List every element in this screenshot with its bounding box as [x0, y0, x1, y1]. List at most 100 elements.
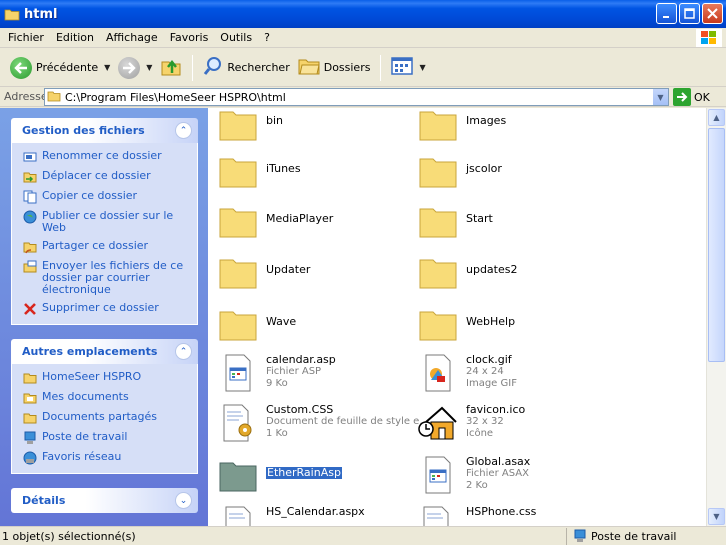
menu-edition[interactable]: Edition: [50, 31, 100, 44]
task-copy[interactable]: Copier ce dossier: [23, 190, 191, 204]
details-panel: Détails ⌄: [11, 488, 198, 513]
file-item[interactable]: Wave: [216, 302, 416, 346]
file-name: Images: [466, 114, 507, 127]
task-copy-label: Copier ce dossier: [42, 189, 138, 202]
scroll-down-button[interactable]: ▼: [708, 508, 725, 525]
file-item[interactable]: MediaPlayer: [216, 199, 416, 243]
file-item-selected[interactable]: EtherRainAsp: [216, 453, 416, 497]
vertical-scrollbar[interactable]: ▲ ▼: [706, 108, 726, 526]
folder-icon: [216, 453, 260, 497]
folder-up-icon: [160, 55, 182, 80]
menu-favoris[interactable]: Favoris: [164, 31, 215, 44]
up-button[interactable]: [156, 53, 186, 83]
task-move[interactable]: Déplacer ce dossier: [23, 170, 191, 184]
back-dropdown-icon[interactable]: ▼: [104, 63, 110, 72]
place-my-computer-label: Poste de travail: [42, 430, 128, 443]
menu-help[interactable]: ?: [258, 31, 276, 44]
file-item[interactable]: calendar.asp Fichier ASP 9 Ko: [216, 351, 416, 395]
file-item[interactable]: WebHelp: [416, 302, 616, 346]
task-publish[interactable]: Publier ce dossier sur le Web: [23, 210, 191, 234]
file-tasks-header[interactable]: Gestion des fichiers ⌃: [11, 118, 198, 143]
task-publish-label: Publier ce dossier sur le Web: [42, 209, 174, 234]
place-homeseer[interactable]: HomeSeer HSPRO: [23, 371, 191, 385]
file-item[interactable]: Images: [416, 108, 616, 146]
back-arrow-icon: [10, 56, 32, 79]
status-location: Poste de travail: [566, 527, 676, 545]
file-item[interactable]: HSPhone.css: [416, 503, 616, 526]
file-item[interactable]: favicon.ico 32 x 32 Icône: [416, 401, 616, 445]
view-thumbnails-icon: [391, 57, 414, 78]
maximize-button[interactable]: [679, 3, 700, 24]
file-item[interactable]: jscolor: [416, 149, 616, 193]
file-item[interactable]: clock.gif 24 x 24 Image GIF: [416, 351, 616, 395]
go-button[interactable]: OK: [673, 88, 710, 106]
go-arrow-icon: [673, 88, 691, 106]
file-item[interactable]: updates2: [416, 250, 616, 294]
collapse-chevron-icon[interactable]: ⌃: [175, 343, 192, 360]
details-header[interactable]: Détails ⌄: [11, 488, 198, 513]
place-network[interactable]: Favoris réseau: [23, 451, 191, 465]
place-my-computer[interactable]: Poste de travail: [23, 431, 191, 445]
forward-button[interactable]: ▼: [114, 53, 156, 83]
file-type: Fichier ASAX: [466, 468, 529, 479]
task-rename[interactable]: Renommer ce dossier: [23, 150, 191, 164]
file-name: MediaPlayer: [266, 212, 334, 225]
folder-icon: [216, 199, 260, 243]
file-item[interactable]: Start: [416, 199, 616, 243]
minimize-button[interactable]: [656, 3, 677, 24]
back-label: Précédente: [36, 61, 99, 74]
forward-dropdown-icon[interactable]: ▼: [146, 63, 152, 72]
other-places-header[interactable]: Autres emplacements ⌃: [11, 339, 198, 364]
file-item[interactable]: Custom.CSS Document de feuille de style …: [216, 401, 429, 445]
gif-image-icon: [416, 351, 460, 395]
file-tasks-panel: Gestion des fichiers ⌃ Renommer ce dossi…: [11, 118, 198, 325]
menu-affichage[interactable]: Affichage: [100, 31, 164, 44]
file-name: HS_Calendar.aspx: [266, 505, 365, 518]
folder-icon: [416, 149, 460, 193]
collapse-chevron-icon[interactable]: ⌃: [175, 122, 192, 139]
favicon-house-icon: [416, 401, 460, 445]
file-item[interactable]: iTunes: [216, 149, 416, 193]
forward-arrow-icon: [118, 56, 141, 79]
file-item[interactable]: Updater: [216, 250, 416, 294]
place-shared-documents[interactable]: Documents partagés: [23, 411, 191, 425]
place-my-documents[interactable]: Mes documents: [23, 391, 191, 405]
windows-logo-icon: [696, 29, 722, 47]
task-email[interactable]: Envoyer les fichiers de ce dossier par c…: [23, 260, 191, 296]
address-bar: Adresse C:\Program Files\HomeSeer HSPRO\…: [0, 87, 726, 107]
search-button[interactable]: Rechercher: [199, 53, 293, 83]
details-title: Détails: [22, 494, 66, 507]
file-name: Custom.CSS: [266, 403, 334, 416]
address-folder-icon: [47, 90, 61, 105]
close-icon: [707, 8, 718, 19]
file-name: Wave: [266, 315, 297, 328]
window-title: html: [24, 6, 58, 22]
file-list: bin Images iTunes jscolor MediaPlayer St…: [208, 108, 706, 526]
address-dropdown-button[interactable]: ▼: [652, 89, 668, 105]
expand-chevron-icon[interactable]: ⌄: [175, 492, 192, 509]
status-bar: 1 objet(s) sélectionné(s) Poste de trava…: [0, 526, 726, 545]
scroll-up-button[interactable]: ▲: [708, 109, 725, 126]
menu-outils[interactable]: Outils: [214, 31, 258, 44]
file-name: WebHelp: [466, 315, 516, 328]
address-field[interactable]: C:\Program Files\HomeSeer HSPRO\html ▼: [44, 88, 669, 106]
views-dropdown-icon[interactable]: ▼: [419, 63, 425, 72]
folders-button[interactable]: Dossiers: [294, 53, 375, 83]
back-button[interactable]: Précédente ▼: [6, 53, 114, 83]
title-bar[interactable]: html: [0, 0, 726, 28]
task-share[interactable]: Partager ce dossier: [23, 240, 191, 254]
aspx-file-icon: [216, 503, 260, 526]
file-item[interactable]: bin: [216, 108, 416, 146]
computer-icon: [24, 431, 36, 444]
task-delete[interactable]: Supprimer ce dossier: [23, 302, 191, 316]
search-label: Rechercher: [227, 61, 290, 74]
file-item[interactable]: Global.asax Fichier ASAX 2 Ko: [416, 453, 616, 497]
file-tasks-title: Gestion des fichiers: [22, 124, 145, 137]
file-item[interactable]: HS_Calendar.aspx: [216, 503, 416, 526]
folder-icon: [416, 250, 460, 294]
close-button[interactable]: [702, 3, 723, 24]
menu-fichier[interactable]: Fichier: [2, 31, 50, 44]
views-button[interactable]: ▼: [387, 53, 429, 83]
scroll-thumb[interactable]: [708, 128, 725, 362]
computer-icon: [574, 529, 586, 542]
